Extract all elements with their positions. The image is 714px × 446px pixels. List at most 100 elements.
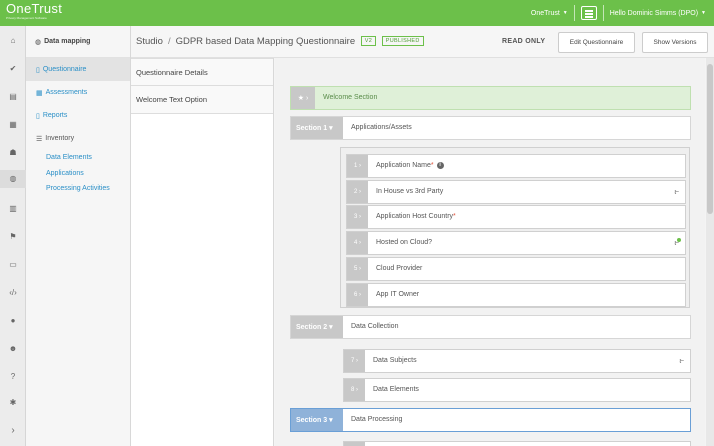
question-number: 8 ›: [344, 379, 365, 401]
grid-icon[interactable]: ▦: [0, 120, 26, 130]
logo-subtitle: Privacy Management Software: [6, 16, 47, 20]
sidebar-item-inventory[interactable]: ☰ Inventory: [26, 127, 130, 150]
question-label: In House vs 3rd Party: [376, 188, 444, 195]
scroll-thumb[interactable]: [707, 64, 713, 214]
list-icon: ☰: [36, 135, 43, 143]
user-menu[interactable]: Hello Dominic Simms (DPO) ▼: [604, 0, 714, 26]
caret-down-icon: ▼: [701, 10, 706, 16]
module-sidebar: ◍ Data mapping ▯ Questionnaire ▦ Assessm…: [26, 26, 131, 446]
globe-icon[interactable]: ◍: [0, 170, 26, 188]
onetrust-logo[interactable]: OneTrust Privacy Management Software: [6, 2, 62, 21]
breadcrumb-studio[interactable]: Studio: [136, 36, 163, 47]
welcome-text-option-tab[interactable]: Welcome Text Option: [131, 86, 273, 114]
question-7[interactable]: 7 › Data Subjects ⥼: [343, 349, 691, 373]
question-label: Application Host Country*: [376, 213, 456, 220]
sidebar-header: ◍ Data mapping: [26, 26, 130, 58]
branching-logic-icon[interactable]: ⥼: [674, 187, 679, 197]
document-icon: ▯: [36, 66, 40, 74]
section-3[interactable]: Section 3 ▾ Data Processing: [290, 408, 691, 432]
caret-down-icon: ▼: [562, 10, 568, 16]
section-tag[interactable]: Section 2 ▾: [291, 316, 343, 338]
breadcrumb: Studio / GDPR based Data Mapping Questionn…: [136, 36, 424, 47]
top-bar: OneTrust Privacy Management Software One…: [0, 0, 714, 26]
sidebar-title: Data mapping: [44, 38, 91, 45]
status-badge: PUBLISHED: [381, 36, 424, 47]
section-label: Applications/Assets: [351, 124, 412, 131]
question-8[interactable]: 8 › Data Elements: [343, 378, 691, 402]
question-number: [344, 442, 365, 446]
section-2[interactable]: Section 2 ▾ Data Collection: [290, 315, 691, 339]
question-5[interactable]: 5 › Cloud Provider: [346, 257, 686, 281]
tasks-button[interactable]: [575, 0, 603, 26]
sidebar-subitem-data-elements[interactable]: Data Elements: [26, 150, 130, 166]
question-3[interactable]: 3 › Application Host Country*: [346, 205, 686, 229]
section-number: Section 1: [296, 124, 328, 132]
branching-logic-icon[interactable]: ⥼: [679, 356, 684, 366]
required-marker: *: [430, 162, 434, 169]
sidebar-item-label: Assessments: [45, 89, 88, 96]
page-header: Studio / GDPR based Data Mapping Questionn…: [131, 26, 714, 58]
question-6[interactable]: 6 › App IT Owner: [346, 283, 686, 307]
folder-icon[interactable]: ▭: [0, 260, 26, 270]
question-number: 3 ›: [347, 206, 368, 228]
section-number: Section 2: [296, 323, 328, 331]
section-tag[interactable]: Section 1 ▾: [291, 117, 343, 139]
expand-icon[interactable]: ›: [0, 426, 26, 436]
sidebar-item-reports[interactable]: ▯ Reports: [26, 104, 130, 127]
active-logic-indicator: [677, 238, 681, 242]
questionnaire-details-tab[interactable]: Questionnaire Details: [131, 58, 273, 86]
file-icon[interactable]: ▤: [0, 92, 26, 102]
sidebar-item-label: Reports: [42, 112, 68, 119]
section-number: Section 3: [296, 416, 328, 424]
section-tag[interactable]: Section 3 ▾: [291, 409, 343, 431]
binoculars-icon[interactable]: ☗: [0, 148, 26, 158]
question-1[interactable]: 1 › Application Name* i: [346, 154, 686, 178]
section-label: Data Collection: [351, 323, 399, 330]
check-icon[interactable]: ✔: [0, 64, 26, 74]
show-versions-button[interactable]: Show Versions: [642, 32, 708, 53]
table-icon[interactable]: ▥: [0, 204, 26, 214]
required-marker: *: [453, 213, 456, 220]
welcome-section[interactable]: ★ › Welcome Section: [290, 86, 691, 110]
version-badge: V2: [360, 36, 377, 47]
scrollbar[interactable]: [706, 58, 714, 446]
read-only-label: READ ONLY: [502, 38, 546, 45]
question-number: 1 ›: [347, 155, 368, 177]
question-4[interactable]: 4 › Hosted on Cloud? ⥼: [346, 231, 686, 255]
question-number: 5 ›: [347, 258, 368, 280]
section-1[interactable]: Section 1 ▾ Applications/Assets: [290, 116, 691, 140]
users-icon[interactable]: ☻: [0, 344, 26, 354]
code-icon[interactable]: ‹/›: [0, 288, 26, 298]
question-2[interactable]: 2 › In House vs 3rd Party ⥼: [346, 180, 686, 204]
question-label: Hosted on Cloud?: [376, 239, 433, 246]
page-title: GDPR based Data Mapping Questionnaire: [175, 36, 356, 47]
breadcrumb-separator: /: [167, 36, 171, 47]
edit-questionnaire-button[interactable]: Edit Questionnaire: [558, 32, 635, 53]
sidebar-item-questionnaire[interactable]: ▯ Questionnaire: [26, 58, 130, 81]
sidebar-item-label: Inventory: [45, 135, 75, 142]
question-label: Data Subjects: [373, 357, 417, 364]
question-number: 2 ›: [347, 181, 368, 203]
document-icon: ▯: [36, 112, 40, 120]
user-greeting: Hello Dominic Simms (DPO): [609, 9, 699, 17]
sidebar-subitem-applications[interactable]: Applications: [26, 166, 130, 182]
question-label: Application Name* i: [376, 162, 444, 169]
question-9-partial[interactable]: [343, 441, 691, 446]
help-icon[interactable]: ?: [0, 372, 26, 382]
sidebar-item-label: Questionnaire: [42, 66, 87, 73]
flag-icon[interactable]: ⚑: [0, 232, 26, 242]
details-panel: Questionnaire Details Welcome Text Optio…: [131, 58, 274, 446]
grid-icon: ▦: [36, 89, 43, 97]
question-number: 6 ›: [347, 284, 368, 306]
list-icon: [580, 6, 597, 20]
tenant-dropdown[interactable]: OneTrust ▼: [525, 0, 574, 26]
gear-icon[interactable]: ✱: [0, 398, 26, 408]
home-icon[interactable]: ⌂: [0, 36, 26, 46]
user-icon[interactable]: ●: [0, 316, 26, 326]
question-label: App IT Owner: [376, 291, 420, 298]
section-label: Data Processing: [351, 416, 403, 423]
info-icon[interactable]: i: [436, 162, 444, 169]
sidebar-item-assessments[interactable]: ▦ Assessments: [26, 81, 130, 104]
question-label: Data Elements: [373, 386, 419, 393]
sidebar-subitem-processing-activities[interactable]: Processing Activities: [26, 181, 130, 197]
